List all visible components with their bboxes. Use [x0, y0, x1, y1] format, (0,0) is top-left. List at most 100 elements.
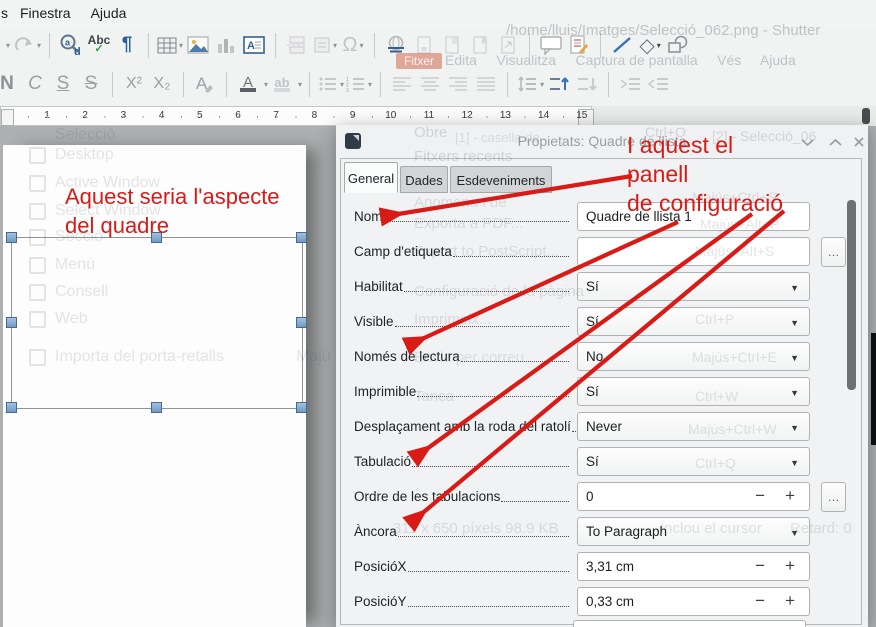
menu-item-ajuda[interactable]: Ajuda	[81, 5, 137, 21]
document-page[interactable]: Aquest seria l'aspecte del quadre	[3, 145, 306, 627]
field-dropdown-habilitat[interactable]: Sí▼	[577, 272, 810, 301]
chevron-down-icon: ▾	[340, 80, 344, 89]
minimize-button[interactable]	[798, 134, 816, 150]
spin-plus-button[interactable]: +	[785, 556, 795, 576]
field-labelbox-ordre-de-les-tabulacions: Ordre de les tabulacions	[354, 482, 571, 511]
tab-general[interactable]: General	[344, 162, 398, 193]
basic-shapes-button[interactable]: ◇ ▾	[637, 30, 663, 60]
align-justify-button[interactable]	[473, 69, 499, 99]
italic-button[interactable]: C	[22, 69, 48, 99]
field-dropdown-visible[interactable]: Sí▼	[577, 307, 810, 336]
clear-formatting-button[interactable]: A	[192, 69, 218, 99]
frame-handle-ne[interactable]	[296, 232, 307, 243]
partial-next-field[interactable]	[573, 620, 806, 627]
field-spinbox-posicioy[interactable]: 0,33 cm−+	[577, 587, 810, 616]
menu-item-finestra[interactable]: Finestra	[10, 5, 81, 21]
ruler-number: 3	[121, 110, 127, 121]
spin-minus-button[interactable]: −	[755, 486, 765, 506]
field-dropdown-imprimible[interactable]: Sí▼	[577, 377, 810, 406]
dialog-title: Propietats: Quadre de llista	[336, 133, 868, 149]
bold-button[interactable]: N	[0, 69, 20, 99]
underline-button[interactable]: S	[50, 69, 76, 99]
dialog-scrollbar-thumb[interactable]	[847, 200, 856, 390]
menu-item-partial[interactable]: s	[0, 5, 10, 21]
subscript-button[interactable]: X₂	[149, 69, 175, 99]
spin-minus-button[interactable]: −	[755, 556, 765, 576]
decrease-indent-button[interactable]	[645, 69, 671, 99]
field-dropdown-nomes-de-lectura[interactable]: No▼	[577, 342, 810, 371]
chevron-down-icon: ▾	[264, 80, 268, 89]
more-shapes-button[interactable]	[665, 30, 691, 60]
spellcheck-button[interactable]: Abc ✓	[86, 30, 112, 60]
insert-textbox-button[interactable]: A	[241, 30, 267, 60]
redo-button[interactable]: ▾	[15, 30, 41, 60]
spin-plus-button[interactable]: +	[785, 486, 795, 506]
dialog-titlebar[interactable]: Propietats: Quadre de llista	[336, 125, 868, 158]
chart-icon	[216, 36, 236, 54]
formatting-marks-button[interactable]: ¶	[114, 30, 140, 60]
insert-footnote-button[interactable]	[411, 30, 437, 60]
frame-handle-sw[interactable]	[6, 402, 17, 413]
field-label-posiciox: PosicióX	[354, 559, 407, 574]
insert-image-button[interactable]	[185, 30, 211, 60]
line-spacing-button[interactable]: ▾	[516, 69, 544, 99]
field-value-desplacament-amb-la-roda-del-ratoli: Never	[586, 419, 622, 434]
paragraph-spacing-decrease-button[interactable]	[574, 69, 600, 99]
bullet-list-button[interactable]: ▾	[318, 69, 344, 99]
spin-plus-button[interactable]: +	[785, 591, 795, 611]
field-browse-button-ordre-de-les-tabulacions[interactable]: …	[821, 482, 846, 512]
field-spinbox-posiciox[interactable]: 3,31 cm−+	[577, 552, 810, 581]
insert-field-button[interactable]: ▾	[312, 30, 338, 60]
font-color-button[interactable]: A	[235, 69, 261, 99]
insert-bookmark-button[interactable]	[467, 30, 493, 60]
spin-minus-button[interactable]: −	[755, 591, 765, 611]
chevron-down-icon: ▾	[333, 41, 337, 50]
cross-reference-button[interactable]	[495, 30, 521, 60]
field-dropdown-tabulacio[interactable]: Sí▼	[577, 447, 810, 476]
align-right-button[interactable]	[445, 69, 471, 99]
field-dropdown-desplacament-amb-la-roda-del-ratoli[interactable]: Never▼	[577, 412, 810, 441]
numbered-list-button[interactable]: 123 ▾	[346, 69, 372, 99]
svg-text:A: A	[247, 40, 255, 52]
special-character-button[interactable]: Ω ▾	[340, 30, 366, 60]
highlight-color-button[interactable]: ab	[269, 69, 295, 99]
tab-esdeveniments[interactable]: Esdeveniments	[450, 166, 552, 193]
field-spinbox-ordre-de-les-tabulacions[interactable]: 0−+	[577, 482, 810, 511]
maximize-button[interactable]	[826, 134, 844, 150]
align-left-button[interactable]	[389, 69, 415, 99]
field-input-camp-d-etiqueta[interactable]	[577, 237, 810, 266]
frame-handle-w[interactable]	[6, 317, 17, 328]
increase-indent-button[interactable]	[617, 69, 643, 99]
insert-chart-button[interactable]	[213, 30, 239, 60]
frame-handle-se[interactable]	[296, 402, 307, 413]
horizontal-ruler[interactable]: 123456789101112131415	[0, 106, 876, 126]
ruler-number: 13	[500, 110, 511, 121]
frame-handle-e[interactable]	[296, 317, 307, 328]
insert-line-button[interactable]	[609, 30, 635, 60]
align-center-button[interactable]	[417, 69, 443, 99]
field-row-desplacament-amb-la-roda-del-ratoli: Desplaçament amb la roda del ratolíNever…	[340, 412, 864, 441]
find-replace-button[interactable]: ad	[58, 30, 84, 60]
insert-hyperlink-button[interactable]	[383, 30, 409, 60]
ruler-margin-box[interactable]	[1, 109, 14, 126]
toolbar-separator	[529, 33, 530, 58]
frame-handle-nw[interactable]	[6, 232, 17, 243]
strikethrough-button[interactable]: S	[78, 69, 104, 99]
field-dropdown-ancora[interactable]: To Paragraph▼	[577, 517, 810, 546]
insert-table-button[interactable]: ▾	[157, 30, 183, 60]
insert-comment-button[interactable]	[538, 30, 564, 60]
x-icon	[853, 136, 865, 148]
dotted-leader	[461, 361, 569, 362]
field-browse-button-camp-d-etiqueta[interactable]: …	[821, 237, 846, 267]
frame-handle-s[interactable]	[151, 402, 162, 413]
tab-dades[interactable]: Dades	[400, 166, 448, 193]
close-button[interactable]	[850, 134, 868, 150]
superscript-button[interactable]: X²	[121, 69, 147, 99]
dotted-leader	[408, 571, 569, 572]
paragraph-spacing-increase-button[interactable]	[546, 69, 572, 99]
insert-endnote-button[interactable]	[439, 30, 465, 60]
track-changes-button[interactable]	[566, 30, 592, 60]
listbox-frame[interactable]	[11, 237, 303, 409]
undo-dropdown-button[interactable]: ▾	[1, 30, 13, 60]
insert-page-break-button[interactable]	[284, 30, 310, 60]
